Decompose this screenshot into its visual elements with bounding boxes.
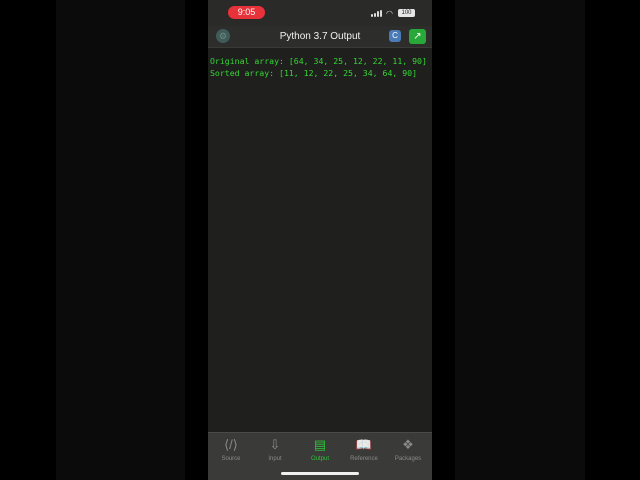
tab-label: Packages [394,456,422,462]
tab-label: Reference [350,456,378,462]
clear-output-button[interactable]: C [389,30,401,42]
tab-source[interactable]: ⟨/⟩ Source [209,436,253,466]
status-time: 9:05 [228,6,265,19]
console-output: Original array: [64, 34, 25, 12, 22, 11,… [210,56,427,78]
wifi-icon: ◠ [386,9,393,18]
tab-label: Output [310,456,329,462]
status-bar: 9:05 ◠ 100 [208,0,432,26]
share-icon: ↗ [413,31,422,42]
left-letterbox [56,0,185,480]
phone-screen: 9:05 ◠ 100 ⚙ Python 3.7 Output C ↗ Origi… [208,0,432,480]
tab-packages[interactable]: ❖ Packages [386,436,430,466]
home-indicator[interactable] [281,472,359,475]
battery-icon: 100 [398,9,415,17]
open-book-icon: 📖 [355,437,373,452]
tab-label: Source [221,456,241,462]
download-tray-icon: ⇩ [269,437,281,452]
tab-label: Input [268,456,282,462]
tab-reference[interactable]: 📖 Reference [342,436,386,466]
clipboard-icon: ▤ [313,437,327,452]
clear-icon: C [392,31,398,40]
navigation-bar: ⚙ Python 3.7 Output C ↗ [208,26,432,48]
right-letterbox [455,0,585,480]
tab-output[interactable]: ▤ Output [298,436,342,466]
share-button[interactable]: ↗ [409,29,426,44]
source-code-icon: ⟨/⟩ [224,437,238,452]
tab-input[interactable]: ⇩ Input [253,436,297,466]
dropbox-icon: ❖ [402,437,414,452]
